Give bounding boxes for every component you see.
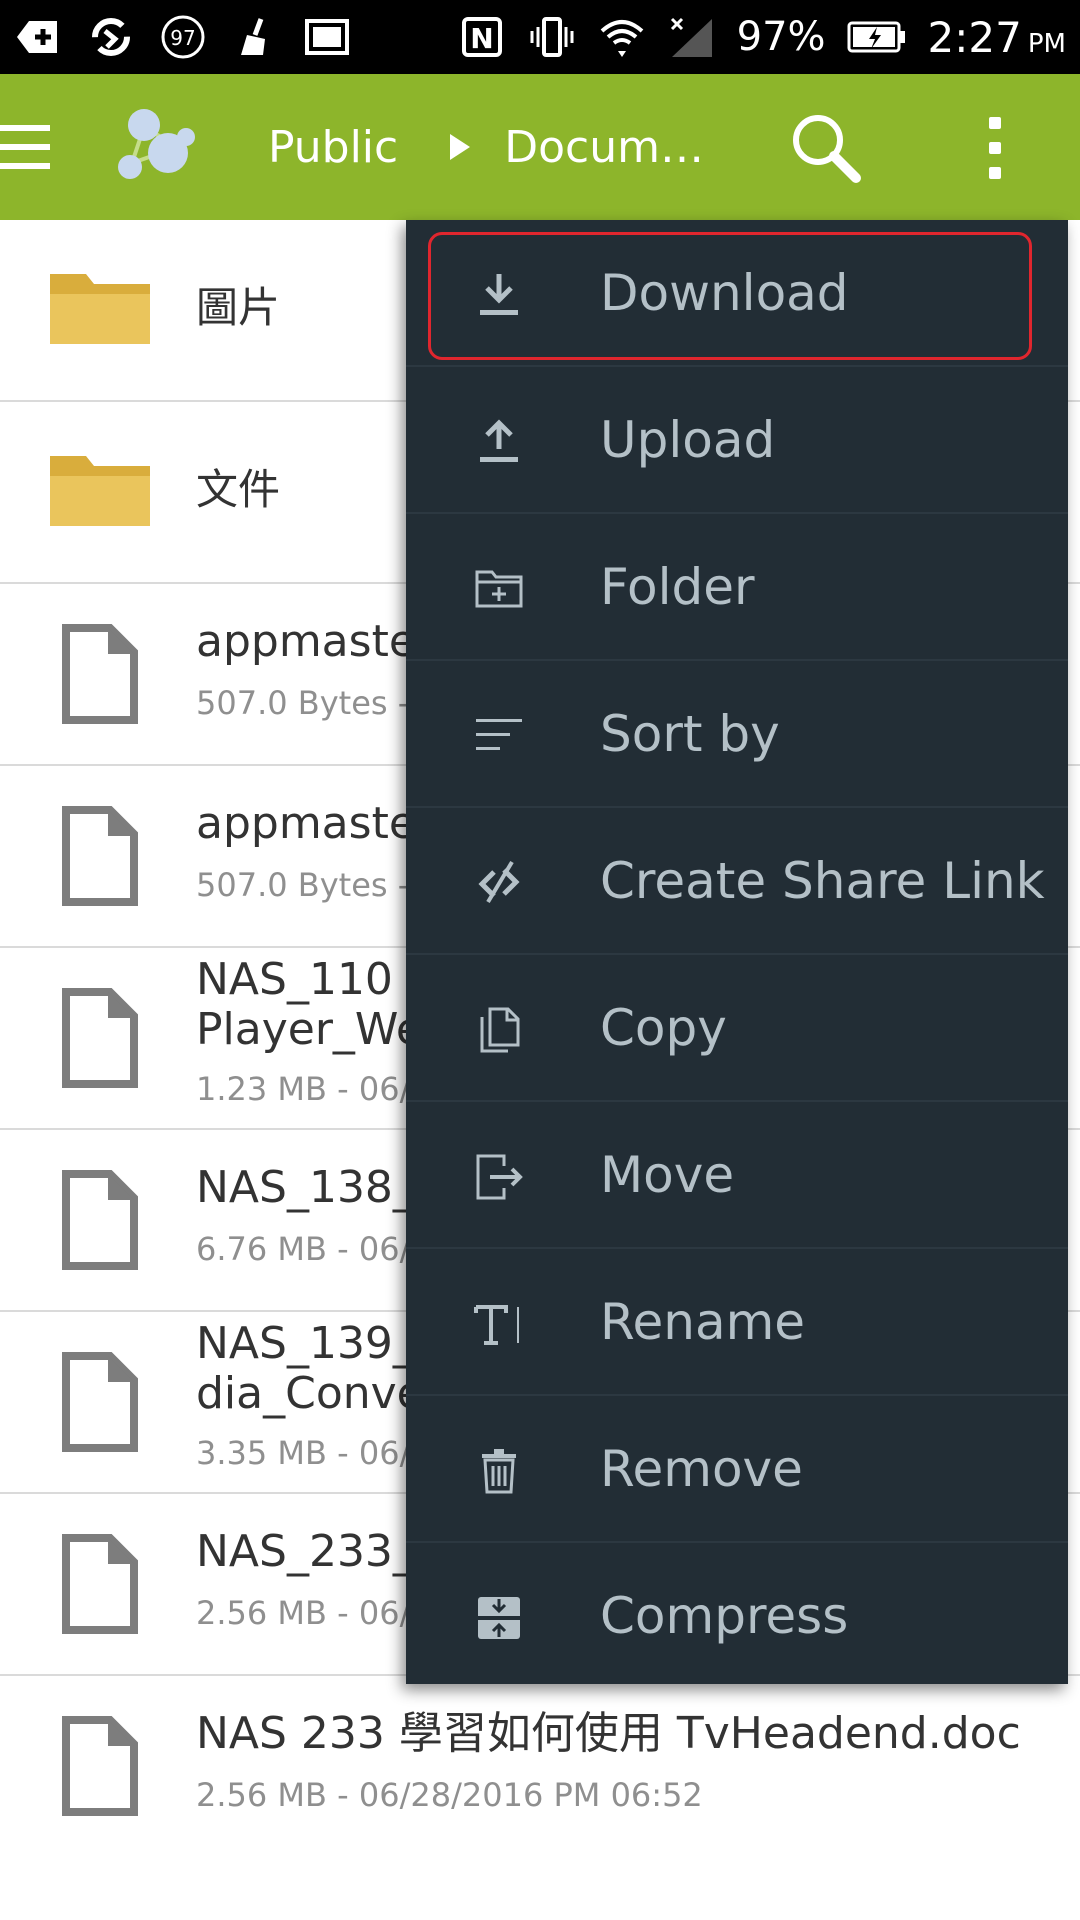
folder-name: 圖片 <box>196 283 281 332</box>
folder-icon <box>50 274 150 344</box>
svg-text:N: N <box>470 22 493 55</box>
sync-icon <box>86 12 136 62</box>
file-meta: 507.0 Bytes - <box>196 684 410 722</box>
document-icon <box>62 1352 138 1452</box>
cell-signal-icon <box>667 12 717 62</box>
battery-percent: 97% <box>736 14 826 60</box>
share-link-icon <box>478 860 520 904</box>
badge-count: 97 <box>170 26 195 50</box>
breadcrumb-current[interactable]: Docum… <box>504 122 704 173</box>
status-bar: 97 N 97% 2:27 PM <box>0 0 1080 74</box>
menu-label: Upload <box>600 411 776 469</box>
sort-icon <box>476 719 522 750</box>
menu-label: Folder <box>600 558 755 616</box>
overflow-menu-button[interactable] <box>976 110 1014 186</box>
overflow-dot <box>989 141 1001 154</box>
menu-label: Download <box>600 264 849 322</box>
breadcrumb-root[interactable]: Public <box>268 122 398 173</box>
overflow-dot <box>989 116 1001 129</box>
menu-label: Create Share Link <box>600 852 1045 910</box>
file-name: appmaster <box>196 616 434 667</box>
document-icon <box>62 624 138 724</box>
file-name: NAS_138_ <box>196 1162 415 1213</box>
breadcrumb-chevron-icon <box>450 134 471 160</box>
file-meta: 2.56 MB - 06/ <box>196 1594 411 1632</box>
menu-label: Compress <box>600 1587 849 1645</box>
file-name: NAS 233 學習如何使用 TvHeadend.doc <box>196 1708 1021 1759</box>
move-icon <box>476 1154 523 1200</box>
search-button[interactable] <box>788 110 864 186</box>
clock-ampm: PM <box>1027 28 1066 59</box>
status-right-icons: N 97% 2:27 PM <box>457 12 1066 62</box>
menu-label: Move <box>600 1146 735 1204</box>
compress-icon <box>478 1597 520 1639</box>
file-meta: 6.76 MB - 06/ <box>196 1230 411 1268</box>
clock-time: 2:27 <box>927 12 1022 62</box>
file-meta: 2.56 MB - 06/28/2016 PM 06:52 <box>196 1776 703 1814</box>
download-icon <box>480 274 518 315</box>
menu-label: Rename <box>600 1293 806 1351</box>
file-meta: 3.35 MB - 06/ <box>196 1434 411 1472</box>
menu-item-upload[interactable]: Upload <box>406 367 1068 514</box>
wifi-icon <box>597 12 647 62</box>
search-icon <box>793 115 861 183</box>
battery-charging-icon <box>846 12 908 62</box>
copy-icon <box>480 1007 520 1053</box>
file-meta: 1.23 MB - 06/ <box>196 1070 411 1108</box>
cleaner-broom-icon <box>230 12 280 62</box>
menu-label: Copy <box>600 999 727 1057</box>
app-logo-icon <box>118 109 195 179</box>
menu-item-copy[interactable]: Copy <box>406 955 1068 1102</box>
file-name: NAS_233_ <box>196 1526 415 1577</box>
file-name: NAS_110 I <box>196 954 420 1005</box>
menu-item-compress[interactable]: Compress <box>406 1543 1068 1690</box>
badge-counter-icon: 97 <box>158 12 208 62</box>
menu-item-create-share-link[interactable]: Create Share Link <box>406 808 1068 955</box>
file-name-line2: Player_We <box>196 1004 423 1055</box>
menu-item-download[interactable]: Download <box>406 220 1068 367</box>
overflow-dot <box>989 167 1001 180</box>
menu-item-folder[interactable]: Folder <box>406 514 1068 661</box>
hamburger-icon <box>0 125 50 169</box>
menu-label: Sort by <box>600 705 780 763</box>
document-icon <box>62 1170 138 1270</box>
app-bar: Public Docum… <box>0 74 1080 220</box>
menu-item-rename[interactable]: Rename <box>406 1249 1068 1396</box>
trash-icon <box>482 1449 516 1494</box>
document-icon <box>62 988 138 1088</box>
menu-label: Remove <box>600 1440 803 1498</box>
hamburger-menu-button[interactable] <box>0 74 64 220</box>
folder-name: 文件 <box>196 465 281 514</box>
document-icon <box>62 1534 138 1634</box>
file-meta: 507.0 Bytes - <box>196 866 410 904</box>
menu-item-remove[interactable]: Remove <box>406 1396 1068 1543</box>
menu-item-sort-by[interactable]: Sort by <box>406 661 1068 808</box>
overflow-dropdown-menu: Download Upload Folder Sort by Create Sh… <box>406 220 1068 1684</box>
file-name: NAS_139_ <box>196 1318 415 1369</box>
upload-icon <box>480 419 518 462</box>
add-notification-icon <box>14 12 64 62</box>
folder-icon <box>50 456 150 526</box>
list-item-file[interactable]: NAS 233 學習如何使用 TvHeadend.doc 2.56 MB - 0… <box>0 1676 1080 1858</box>
vibrate-icon <box>527 12 577 62</box>
document-icon <box>62 806 138 906</box>
file-name-line2: dia_Conve <box>196 1368 424 1419</box>
clock: 2:27 PM <box>928 13 1066 62</box>
new-folder-icon <box>475 570 523 608</box>
rename-icon <box>474 1305 519 1345</box>
gallery-image-icon <box>302 12 352 62</box>
nfc-icon: N <box>457 12 507 62</box>
document-icon <box>62 1716 138 1816</box>
menu-item-move[interactable]: Move <box>406 1102 1068 1249</box>
file-name: appmaster <box>196 798 434 849</box>
status-left-icons: 97 <box>14 12 352 62</box>
